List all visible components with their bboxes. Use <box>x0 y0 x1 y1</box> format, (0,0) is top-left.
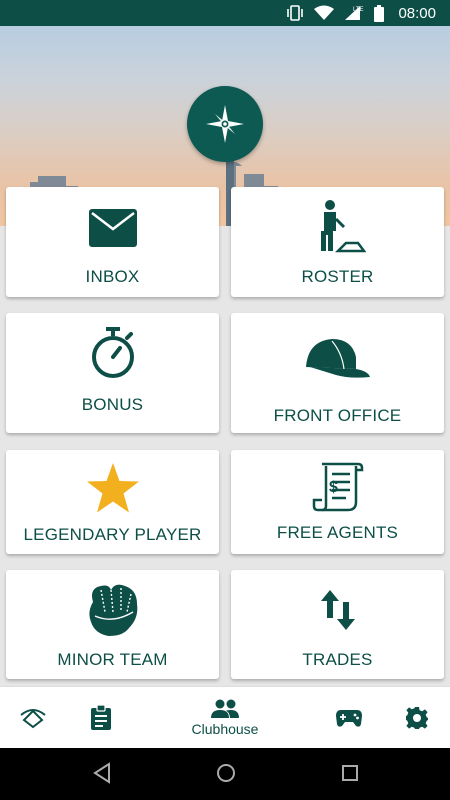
player-walking-icon <box>231 199 444 255</box>
baseball-diamond-icon <box>20 709 46 729</box>
nav-item-settings[interactable] <box>394 687 440 749</box>
gear-icon <box>406 707 428 729</box>
clipboard-icon <box>91 705 111 730</box>
vibrate-icon <box>286 5 304 21</box>
tile-label: ROSTER <box>301 267 374 286</box>
tile-front-office[interactable]: FRONT OFFICE <box>231 313 444 433</box>
nav-item-clubhouse[interactable]: Clubhouse <box>180 687 270 749</box>
nav-item-games[interactable] <box>326 687 372 749</box>
svg-text:$: $ <box>329 479 338 496</box>
nav-label-clubhouse: Clubhouse <box>191 721 259 737</box>
compass-badge[interactable] <box>187 86 263 162</box>
people-icon <box>211 699 239 718</box>
home-icon[interactable] <box>215 762 237 784</box>
battery-icon <box>374 4 385 22</box>
stopwatch-icon <box>6 327 219 379</box>
status-time: 08:00 <box>398 4 436 22</box>
tile-label: FRONT OFFICE <box>273 406 402 425</box>
nav-item-field[interactable] <box>10 687 56 749</box>
tile-label: BONUS <box>81 395 144 414</box>
tile-label: MINOR TEAM <box>57 650 168 669</box>
tile-free-agents[interactable]: $ FREE AGENTS <box>231 450 444 554</box>
tile-bonus[interactable]: BONUS <box>6 313 219 433</box>
gamepad-icon <box>336 710 362 727</box>
wifi-icon <box>314 5 335 21</box>
tile-label: INBOX <box>85 267 140 286</box>
star-icon <box>6 462 219 514</box>
status-bar: LTE 08:00 <box>0 0 450 26</box>
cell-signal-icon: LTE <box>344 5 364 21</box>
tile-label: TRADES <box>302 650 373 669</box>
network-type-label: LTE <box>353 7 364 13</box>
back-icon[interactable] <box>92 762 112 784</box>
tile-trades[interactable]: TRADES <box>231 570 444 679</box>
contract-scroll-icon: $ <box>231 462 444 512</box>
baseball-glove-icon <box>6 582 219 638</box>
system-nav-bar <box>0 748 450 800</box>
tile-legendary-player[interactable]: LEGENDARY PLAYER <box>6 450 219 554</box>
tile-inbox[interactable]: INBOX <box>6 187 219 297</box>
tile-roster[interactable]: ROSTER <box>231 187 444 297</box>
tile-label: LEGENDARY PLAYER <box>23 525 202 544</box>
bottom-nav: Clubhouse <box>0 686 450 748</box>
nav-item-clipboard[interactable] <box>78 687 124 749</box>
baseball-cap-icon <box>231 337 444 379</box>
recents-icon[interactable] <box>340 762 360 784</box>
swap-arrows-icon <box>231 588 444 632</box>
tile-minor-team[interactable]: MINOR TEAM <box>6 570 219 679</box>
tile-label: FREE AGENTS <box>276 523 399 542</box>
envelope-icon <box>6 209 219 247</box>
compass-icon <box>206 105 244 143</box>
